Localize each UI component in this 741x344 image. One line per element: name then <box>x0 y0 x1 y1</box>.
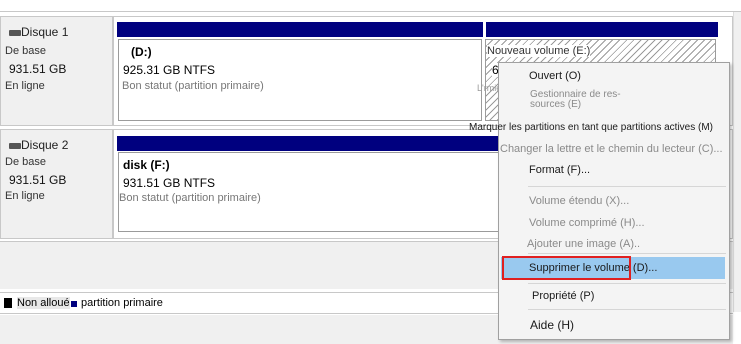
top-pane-border <box>0 0 741 12</box>
disk-2-header[interactable]: Disque 2 De base 931.51 GB En ligne <box>0 129 113 239</box>
menu-item-help[interactable]: Aide (H) <box>530 318 574 332</box>
vertical-scrollbar[interactable] <box>733 12 741 312</box>
menu-item-properties[interactable]: Propriété (P) <box>532 290 594 302</box>
partition-e-bar <box>486 22 718 37</box>
disk-2-type: De base <box>5 156 46 168</box>
legend-unallocated: Non alloué <box>17 297 70 309</box>
disk-1-title: Disque 1 <box>21 25 69 39</box>
menu-separator <box>528 309 726 310</box>
partition-e-name: Nouveau volume (E:) <box>487 45 591 57</box>
menu-item-format[interactable]: Format (F)... <box>529 164 590 176</box>
menu-separator <box>528 253 726 254</box>
partition-d-fs: 925.31 GB NTFS <box>123 63 216 77</box>
partition-f-name: disk (F:) <box>123 158 170 172</box>
partition-f-status: Bon statut (partition primaire) <box>119 192 261 204</box>
disk-1-header[interactable]: Disque 1 De base 931.51 GB En ligne <box>0 16 113 126</box>
disk-2-title: Disque 2 <box>21 138 69 152</box>
disk-1-size: 931.51 GB <box>9 62 67 76</box>
disk-drive-icon <box>9 30 21 36</box>
disk-1-type: De base <box>5 45 46 57</box>
menu-item-extend-volume[interactable]: Volume étendu (X)... <box>529 195 629 207</box>
menu-item-change-letter[interactable]: Changer la lettre et le chemin du lecteu… <box>500 143 723 155</box>
menu-item-add-mirror[interactable]: Ajouter une image (A).. <box>527 238 640 250</box>
disk-2-status: En ligne <box>5 190 45 202</box>
partition-d-status: Bon statut (partition primaire) <box>122 80 264 92</box>
menu-item-mark-active[interactable]: Marquer les partitions en tant que parti… <box>469 122 713 133</box>
primary-swatch <box>71 301 77 307</box>
menu-separator <box>528 186 726 187</box>
menu-item-shrink-volume[interactable]: Volume comprimé (H)... <box>529 217 645 229</box>
highlight-outline <box>502 256 631 280</box>
menu-item-resource-manager-2[interactable]: sources (E) <box>530 99 581 110</box>
disk-drive-icon <box>9 143 21 149</box>
disk-2-size: 931.51 GB <box>9 173 67 187</box>
disk-1-status: En ligne <box>5 80 45 92</box>
partition-d-bar <box>117 22 483 37</box>
partition-d[interactable]: (D:) 925.31 GB NTFS Bon statut (partitio… <box>118 39 482 121</box>
legend-primary: partition primaire <box>81 297 163 309</box>
menu-item-open[interactable]: Ouvert (O) <box>529 70 581 82</box>
unallocated-swatch <box>4 298 12 308</box>
menu-separator <box>528 283 726 284</box>
partition-f-fs: 931.51 GB NTFS <box>123 176 216 190</box>
partition-d-name: (D:) <box>131 45 152 59</box>
